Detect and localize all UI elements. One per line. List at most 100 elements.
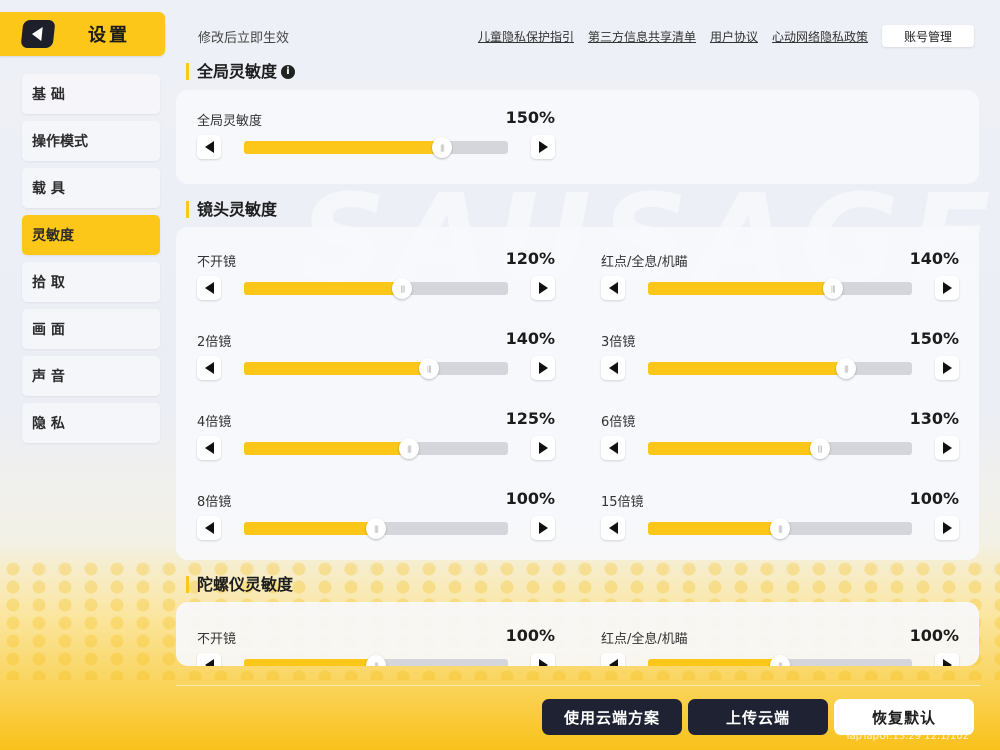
link-child-privacy[interactable]: 儿童隐私保护指引 [478, 28, 574, 45]
slider-track[interactable]: ||| [648, 438, 912, 459]
gyro-sensitivity-card: 不开镜 100% ||| 红点/全息/机瞄 100% ||| [176, 602, 979, 666]
slider-track[interactable]: ||| [244, 655, 508, 666]
triangle-right-icon [942, 362, 952, 374]
increase-button[interactable] [531, 356, 555, 380]
slider-label: 15倍镜 [601, 495, 644, 510]
slider-label: 6倍镜 [601, 415, 636, 430]
triangle-left-icon [204, 659, 214, 666]
section-title-text: 陀螺仪灵敏度 [197, 575, 294, 594]
slider-track[interactable]: ||| [648, 278, 912, 299]
slider-value: 130% [909, 409, 959, 428]
decrease-button[interactable] [601, 356, 625, 380]
link-third-party-info[interactable]: 第三方信息共享清单 [588, 28, 696, 45]
triangle-left-icon [204, 522, 214, 534]
increase-button[interactable] [531, 135, 555, 159]
sidebar-item-privacy[interactable]: 隐 私 [22, 403, 160, 443]
triangle-right-icon [942, 522, 952, 534]
sidebar-item-basic[interactable]: 基 础 [22, 74, 160, 114]
triangle-right-icon [538, 522, 548, 534]
camera-sensitivity-card: 不开镜 120% ||| 红点/全息/机瞄 140% ||| 2倍镜 140% ||| 3倍… [176, 227, 979, 560]
slider-track[interactable]: ||| [648, 518, 912, 539]
increase-button[interactable] [935, 436, 959, 460]
section-title-text: 镜头灵敏度 [197, 200, 278, 219]
slider-thumb[interactable]: ||| [392, 278, 413, 299]
slider-fill [648, 362, 846, 375]
slider-thumb[interactable]: ||| [366, 518, 386, 539]
increase-button[interactable] [531, 653, 555, 666]
sidebar-item-label: 拾 取 [32, 275, 65, 291]
decrease-button[interactable] [197, 516, 221, 540]
increase-button[interactable] [935, 516, 959, 540]
link-user-agreement[interactable]: 用户协议 [710, 28, 758, 45]
info-icon[interactable]: i [281, 64, 296, 79]
slider-thumb[interactable]: ||| [836, 358, 856, 379]
slider-thumb[interactable]: ||| [432, 137, 452, 158]
slider-value: 100% [505, 489, 555, 508]
decrease-button[interactable] [197, 436, 221, 460]
use-cloud-plan-button[interactable]: 使用云端方案 [542, 699, 682, 735]
increase-button[interactable] [531, 436, 555, 460]
slider-track[interactable]: ||| [244, 358, 508, 379]
link-privacy-policy[interactable]: 心动网络隐私政策 [772, 28, 868, 45]
decrease-button[interactable] [197, 653, 221, 666]
decrease-button[interactable] [197, 276, 221, 300]
slider-thumb[interactable]: ||| [418, 358, 439, 379]
back-button[interactable] [20, 20, 56, 48]
slider-value: 150% [505, 108, 555, 127]
slider-track[interactable]: ||| [648, 655, 912, 666]
slider-thumb[interactable]: ||| [809, 438, 830, 459]
decrease-button[interactable] [601, 276, 625, 300]
decrease-button[interactable] [197, 356, 221, 380]
slider-fill [244, 522, 376, 535]
restore-default-button[interactable]: 恢复默认 [834, 699, 974, 735]
section-title-global: 全局灵敏度 i [186, 63, 296, 80]
global-sensitivity-card: 全局灵敏度 150% ||| [176, 90, 979, 184]
increase-button[interactable] [531, 276, 555, 300]
slider-camera-6x: 6倍镜 130% ||| [601, 409, 959, 481]
triangle-right-icon [538, 362, 548, 374]
slider-camera-3x: 3倍镜 150% ||| [601, 329, 959, 401]
increase-button[interactable] [531, 516, 555, 540]
slider-thumb[interactable]: ||| [822, 278, 843, 299]
slider-value: 100% [505, 626, 555, 645]
top-links: 儿童隐私保护指引 第三方信息共享清单 用户协议 心动网络隐私政策 账号管理 [464, 25, 974, 47]
decrease-button[interactable] [601, 436, 625, 460]
sidebar-item-sensitivity[interactable]: 灵敏度 [22, 215, 160, 255]
upload-cloud-button[interactable]: 上传云端 [688, 699, 828, 735]
increase-button[interactable] [935, 356, 959, 380]
slider-track[interactable]: ||| [244, 137, 508, 158]
sidebar-item-vehicle[interactable]: 载 具 [22, 168, 160, 208]
account-management-button[interactable]: 账号管理 [882, 25, 974, 47]
slider-track[interactable]: ||| [244, 438, 508, 459]
slider-global: 全局灵敏度 150% ||| [197, 108, 555, 180]
slider-label: 4倍镜 [197, 415, 232, 430]
triangle-right-icon [538, 282, 548, 294]
slider-track[interactable]: ||| [648, 358, 912, 379]
triangle-right-icon [538, 659, 548, 666]
page-title: 设置 [88, 25, 130, 46]
sidebar-item-sound[interactable]: 声 音 [22, 356, 160, 396]
slider-camera-no-scope: 不开镜 120% ||| [197, 249, 555, 321]
sidebar-item-control-mode[interactable]: 操作模式 [22, 121, 160, 161]
slider-track[interactable]: ||| [244, 278, 508, 299]
sidebar-item-graphics[interactable]: 画 面 [22, 309, 160, 349]
bottom-divider [176, 685, 980, 686]
slider-label: 不开镜 [197, 632, 237, 647]
slider-track[interactable]: ||| [244, 518, 508, 539]
slider-thumb[interactable]: ||| [366, 655, 386, 666]
sidebar-item-label: 操作模式 [32, 134, 88, 150]
slider-value: 100% [909, 489, 959, 508]
decrease-button[interactable] [601, 516, 625, 540]
slider-thumb[interactable]: ||| [770, 518, 790, 539]
increase-button[interactable] [935, 653, 959, 666]
decrease-button[interactable] [601, 653, 625, 666]
triangle-right-icon [538, 442, 548, 454]
decrease-button[interactable] [197, 135, 221, 159]
slider-thumb[interactable]: ||| [770, 655, 790, 666]
slider-camera-red-dot: 红点/全息/机瞄 140% ||| [601, 249, 959, 321]
slider-value: 125% [505, 409, 555, 428]
sidebar-item-pickup[interactable]: 拾 取 [22, 262, 160, 302]
increase-button[interactable] [935, 276, 959, 300]
sidebar-item-label: 灵敏度 [32, 228, 74, 244]
slider-thumb[interactable]: ||| [399, 438, 419, 459]
